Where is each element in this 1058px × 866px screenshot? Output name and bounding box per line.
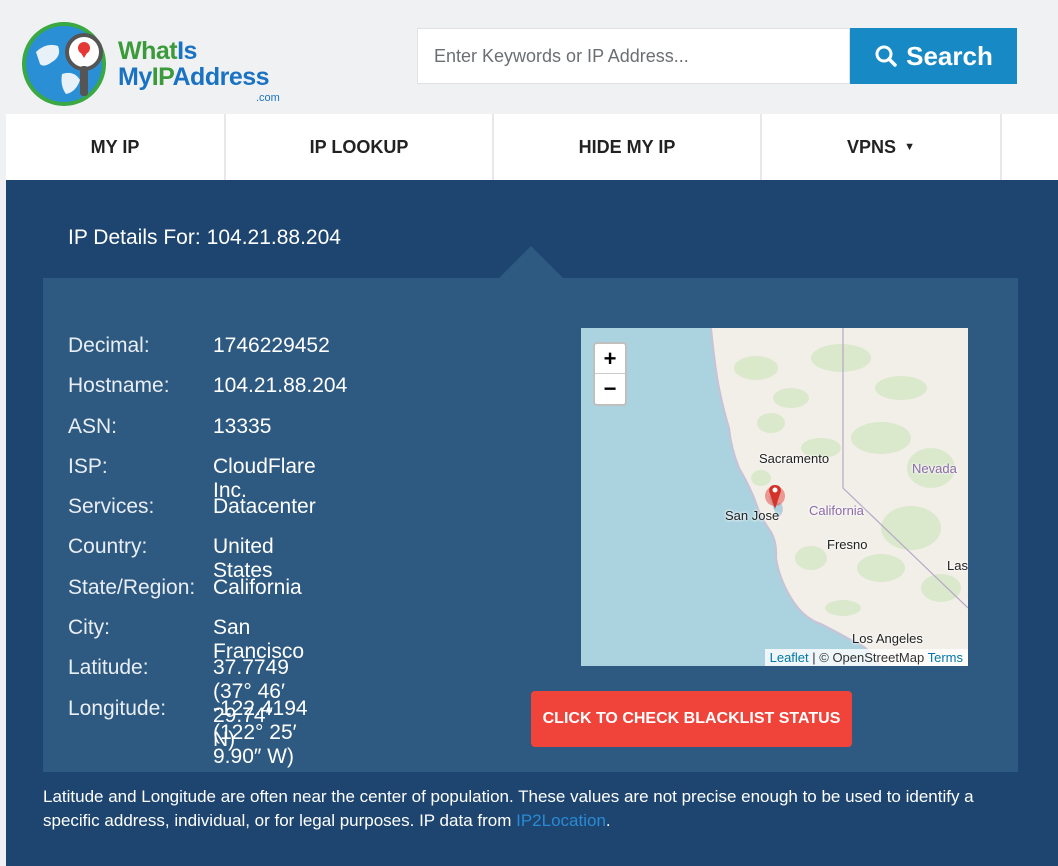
zoom-in-button[interactable]: + [595,344,625,374]
detail-value: 13335 [213,414,272,438]
search-icon [875,45,897,67]
ip2location-link[interactable]: IP2Location [516,811,606,830]
detail-label: Services: [68,495,155,519]
search-button[interactable]: Search [850,28,1017,84]
location-marker-icon[interactable] [764,481,786,511]
detail-value: 1746229452 [213,334,330,357]
detail-value: -122.4194 (122° 25′ 9.90″ W) [213,696,308,768]
nav-label: HIDE MY IP [578,136,676,157]
detail-label: City: [68,616,110,640]
detail-value: California [213,575,302,599]
map-label-california: California [809,503,864,518]
detail-label: Longitude: [68,696,167,720]
nav-label: MY IP [90,136,140,157]
ip-details-panel: IP Details For: 104.21.88.204 Decimal: 174… [6,180,1058,866]
detail-label: Hostname: [68,374,170,398]
detail-label: Country: [68,535,148,559]
map-label-sacramento: Sacramento [759,451,830,466]
nav-item-my-ip[interactable]: MY IP [6,114,226,180]
heading-ip: 104.21.88.204 [206,226,341,249]
zoom-out-button[interactable]: − [595,374,625,404]
ip-details-heading: IP Details For: 104.21.88.204 [68,226,341,250]
heading-pointer [499,246,563,278]
site-header: WhatIs MyIPAddress .com Search [0,0,1058,114]
disclaimer-end: . [605,811,611,830]
detail-label: ISP: [68,454,108,478]
detail-value: 104.21.88.204 [213,374,348,398]
location-map[interactable]: Sacramento Nevada San Jose California Fr… [581,328,968,666]
attribution-text: | © OpenStreetMap [808,650,928,665]
detail-label: State/Region: [68,575,196,599]
main-nav: MY IP IP LOOKUP HIDE MY IP VPNS ▼ [6,114,1058,180]
detail-value: Datacenter [213,495,316,519]
check-blacklist-button[interactable]: CLICK TO CHECK BLACKLIST STATUS [531,691,852,747]
nav-item-hide-my-ip[interactable]: HIDE MY IP [494,114,762,180]
map-zoom-control: + − [593,342,627,406]
logo-my: My [118,63,152,91]
leaflet-link[interactable]: Leaflet [770,650,809,665]
location-disclaimer: Latitude and Longitude are often near th… [43,785,1013,833]
caret-down-icon: ▼ [904,141,915,153]
map-label-los-angeles: Los Angeles [852,631,923,646]
search-input[interactable] [417,28,850,84]
logo-ip: IP [151,63,173,91]
detail-label: ASN: [68,414,118,438]
logo-address: Address [172,63,270,91]
logo-what: What [118,37,178,65]
nav-item-vpns[interactable]: VPNS ▼ [762,114,1002,180]
map-label-nevada: Nevada [912,461,957,476]
search-button-label: Search [906,40,993,71]
heading-label: IP Details For: [68,226,201,249]
terms-link[interactable]: Terms [928,650,963,665]
site-logo[interactable]: WhatIs MyIPAddress .com [22,18,292,110]
nav-label: IP LOOKUP [309,136,409,157]
detail-label: Latitude: [68,656,149,680]
logo-is: Is [177,37,197,65]
logo-suffix: .com [256,92,280,104]
map-label-fresno: Fresno [827,537,868,552]
details-box: Decimal: 1746229452 Hostname: 104.21.88.20… [43,278,1018,772]
globe-magnifier-icon [22,22,106,106]
map-label-las: Las [947,558,968,573]
detail-label: Decimal: [68,334,150,357]
logo-wordmark: WhatIs MyIPAddress [118,37,270,91]
map-attribution: Leaflet | © OpenStreetMap Terms [764,649,968,666]
nav-item-ip-lookup[interactable]: IP LOOKUP [226,114,494,180]
disclaimer-text: Latitude and Longitude are often near th… [43,787,974,830]
nav-label: VPNS [847,136,897,157]
